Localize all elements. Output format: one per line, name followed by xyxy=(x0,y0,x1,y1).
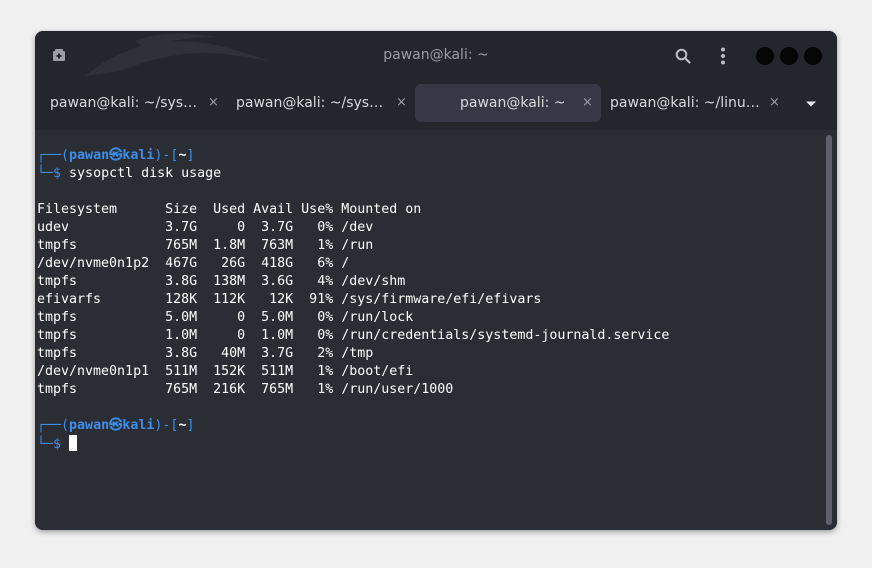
chevron-down-icon xyxy=(806,101,816,107)
titlebar: pawan@kali: ~ xyxy=(35,31,837,80)
tab-close-icon[interactable]: × xyxy=(582,84,593,122)
df-row: /dev/nvme0n1p2 467G 26G 418G 6% / xyxy=(37,256,350,271)
df-row: tmpfs 1.0M 0 1.0M 0% /run/credentials/sy… xyxy=(37,328,670,343)
tab-label: pawan@kali: ~/sys… xyxy=(236,95,384,111)
tab-label: pawan@kali: ~/sys… xyxy=(50,95,198,111)
tab-list-dropdown[interactable] xyxy=(801,94,821,114)
maximize-button[interactable] xyxy=(780,47,798,65)
scrollbar-thumb[interactable] xyxy=(826,135,832,525)
tab-close-icon[interactable]: × xyxy=(769,84,780,122)
tab-bar: pawan@kali: ~/sys… × pawan@kali: ~/sys… … xyxy=(35,80,837,130)
prompt-user-host: pawan㉿kali xyxy=(69,148,155,163)
terminal-output[interactable]: ┌──(pawan㉿kali)-[~] └─$ sysopctl disk us… xyxy=(35,130,837,530)
df-row: udev 3.7G 0 3.7G 0% /dev xyxy=(37,220,374,235)
input-line[interactable]: └─$ xyxy=(37,435,78,452)
command-line: └─$ sysopctl disk usage xyxy=(37,166,222,181)
prompt-user-host: pawan㉿kali xyxy=(69,418,155,433)
search-icon xyxy=(675,48,691,64)
command-text: sysopctl disk usage xyxy=(69,166,222,181)
tab-close-icon[interactable]: × xyxy=(396,84,407,122)
text-cursor xyxy=(69,435,78,451)
df-row: efivarfs 128K 112K 12K 91% /sys/firmware… xyxy=(37,292,542,307)
terminal-window: pawan@kali: ~ pawan@kali: ~/sys… × pawan… xyxy=(35,31,837,530)
tab-4[interactable]: pawan@kali: ~/linu… × xyxy=(603,84,789,122)
tab-3-active[interactable]: pawan@kali: ~ × xyxy=(415,84,601,122)
df-row: tmpfs 765M 216K 765M 1% /run/user/1000 xyxy=(37,382,454,397)
df-header-row: Filesystem Size Used Avail Use% Mounted … xyxy=(37,202,422,217)
tab-label: pawan@kali: ~/linu… xyxy=(610,95,760,111)
kebab-menu-icon xyxy=(721,47,725,65)
menu-button[interactable] xyxy=(713,45,733,67)
df-row: tmpfs 3.8G 138M 3.6G 4% /dev/shm xyxy=(37,274,406,289)
minimize-button[interactable] xyxy=(756,47,774,65)
tab-label: pawan@kali: ~ xyxy=(460,95,566,111)
df-row: /dev/nvme0n1p1 511M 152K 511M 1% /boot/e… xyxy=(37,364,414,379)
prompt-line-1: ┌──(pawan㉿kali)-[~] xyxy=(37,148,195,163)
close-window-button[interactable] xyxy=(804,47,822,65)
prompt-line-2: ┌──(pawan㉿kali)-[~] xyxy=(37,418,195,433)
tab-close-icon[interactable]: × xyxy=(208,84,219,122)
df-row: tmpfs 5.0M 0 5.0M 0% /run/lock xyxy=(37,310,414,325)
df-row: tmpfs 3.8G 40M 3.7G 2% /tmp xyxy=(37,346,374,361)
df-row: tmpfs 765M 1.8M 763M 1% /run xyxy=(37,238,374,253)
tab-2[interactable]: pawan@kali: ~/sys… × xyxy=(227,84,413,122)
search-button[interactable] xyxy=(672,45,694,67)
tab-1[interactable]: pawan@kali: ~/sys… × xyxy=(39,84,225,122)
